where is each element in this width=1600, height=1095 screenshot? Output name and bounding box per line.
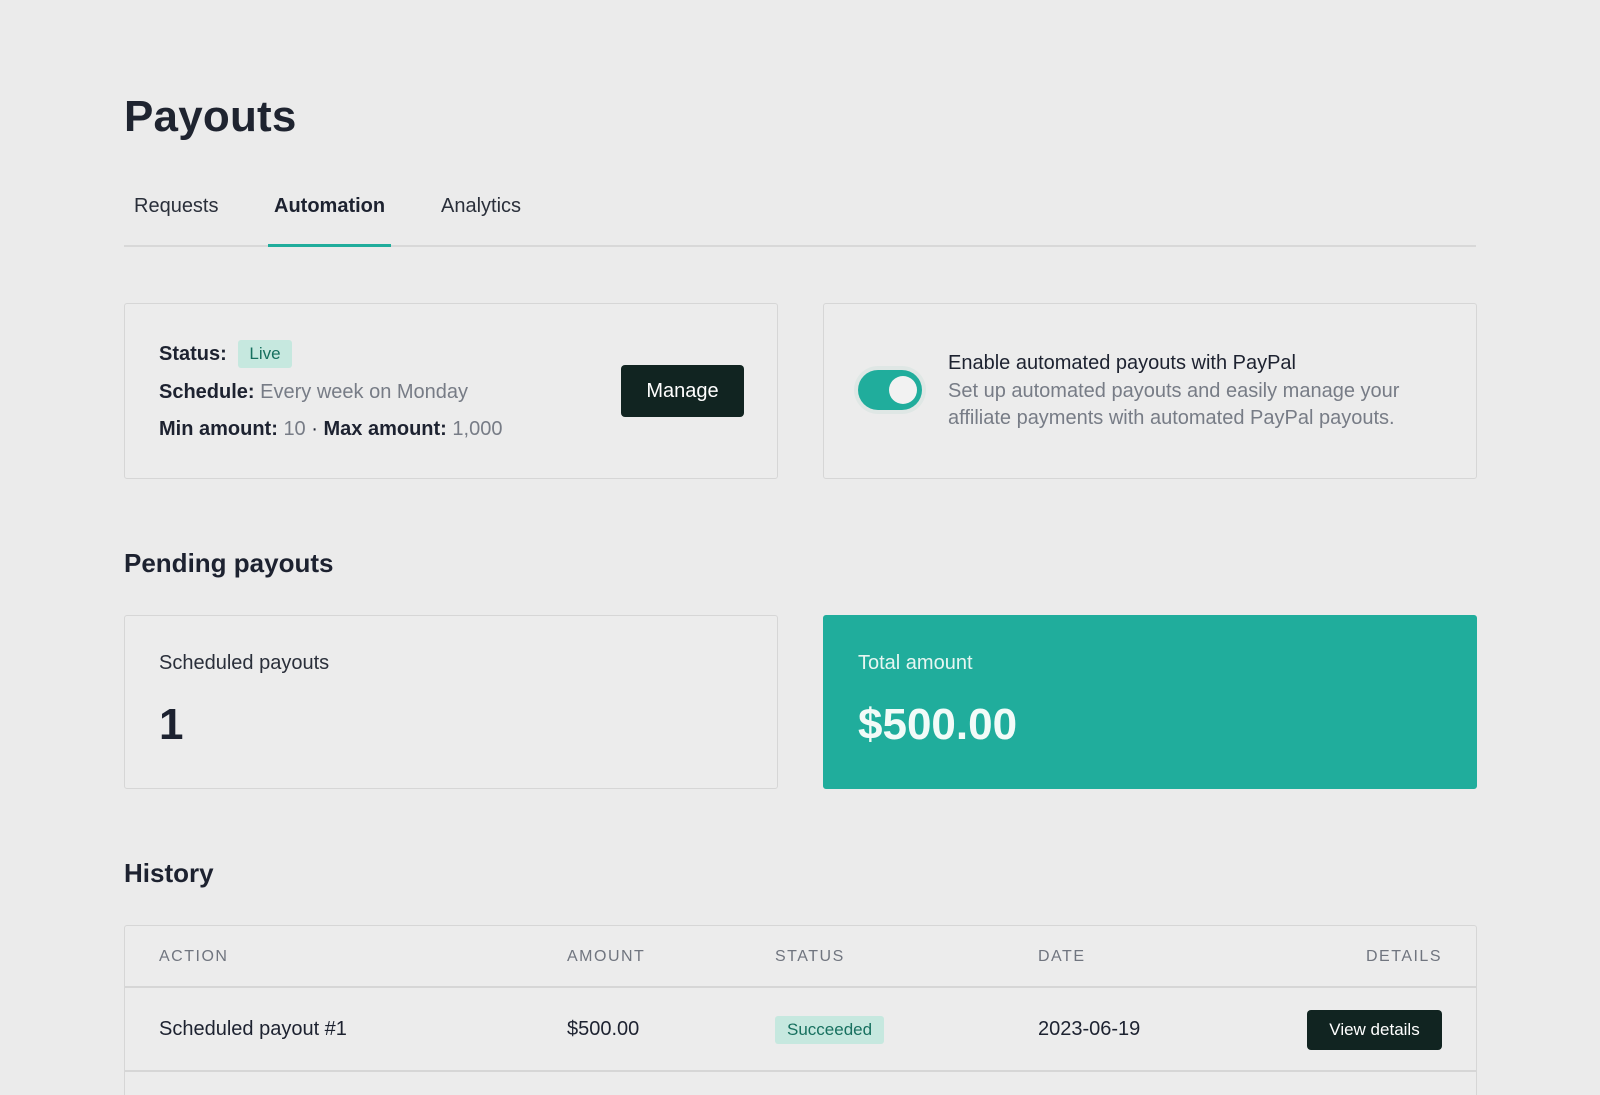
toggle-knob bbox=[889, 376, 917, 404]
column-header-date: Date bbox=[1038, 948, 1086, 965]
column-header-action: Action bbox=[159, 948, 229, 965]
status-badge: Live bbox=[238, 340, 292, 368]
max-amount-label: Max amount: bbox=[323, 418, 447, 440]
status-label: Status: bbox=[159, 343, 227, 365]
tab-bar: Requests Automation Analytics bbox=[124, 180, 1476, 247]
separator-dot: · bbox=[311, 418, 318, 440]
paypal-title: Enable automated payouts with PayPal bbox=[948, 352, 1296, 374]
history-heading: History bbox=[124, 858, 214, 888]
schedule-label: Schedule: bbox=[159, 381, 255, 403]
total-amount-label: Total amount bbox=[858, 652, 973, 674]
row-status-badge: Succeeded bbox=[775, 1016, 885, 1044]
page-title: Payouts bbox=[124, 92, 297, 141]
schedule-value: Every week on Monday bbox=[260, 381, 469, 403]
min-amount-value: 10 bbox=[283, 418, 306, 440]
tab-analytics[interactable]: Analytics bbox=[435, 195, 527, 245]
column-header-details: Details bbox=[1366, 948, 1442, 965]
amount-limits-line: Min amount: 10 · Max amount: 1,000 bbox=[159, 418, 502, 441]
schedule-line: Schedule: Every week on Monday bbox=[159, 381, 468, 404]
paypal-toggle[interactable] bbox=[858, 370, 922, 410]
view-details-button[interactable]: View details bbox=[1307, 1010, 1442, 1050]
scheduled-payouts-value: 1 bbox=[159, 700, 184, 749]
column-header-amount: Amount bbox=[567, 948, 646, 965]
paypal-automation-card: Enable automated payouts with PayPal Set… bbox=[823, 303, 1477, 479]
total-amount-value: $500.00 bbox=[858, 700, 1018, 749]
row-divider bbox=[125, 1070, 1476, 1072]
tab-requests[interactable]: Requests bbox=[128, 195, 225, 245]
max-amount-value: 1,000 bbox=[452, 418, 503, 440]
min-amount-label: Min amount: bbox=[159, 418, 278, 440]
header-divider bbox=[125, 986, 1476, 988]
row-action: Scheduled payout #1 bbox=[159, 1018, 347, 1040]
scheduled-payouts-label: Scheduled payouts bbox=[159, 652, 330, 674]
pending-payouts-heading: Pending payouts bbox=[124, 548, 334, 578]
history-table: Action Amount Status Date Details Schedu… bbox=[124, 925, 1477, 1095]
column-header-status: Status bbox=[775, 948, 845, 965]
total-amount-card: Total amount $500.00 bbox=[823, 615, 1477, 789]
manage-button[interactable]: Manage bbox=[621, 365, 744, 417]
status-line: Status: Live bbox=[159, 340, 292, 368]
tab-automation[interactable]: Automation bbox=[268, 195, 392, 247]
paypal-description: Set up automated payouts and easily mana… bbox=[948, 380, 1400, 429]
scheduled-payouts-card: Scheduled payouts 1 bbox=[124, 615, 778, 789]
row-date: 2023-06-19 bbox=[1038, 1018, 1141, 1040]
automation-settings-card: Status: Live Schedule: Every week on Mon… bbox=[124, 303, 778, 479]
payouts-page: Payouts Requests Automation Analytics St… bbox=[0, 0, 1600, 1095]
row-amount: $500.00 bbox=[567, 1018, 640, 1040]
